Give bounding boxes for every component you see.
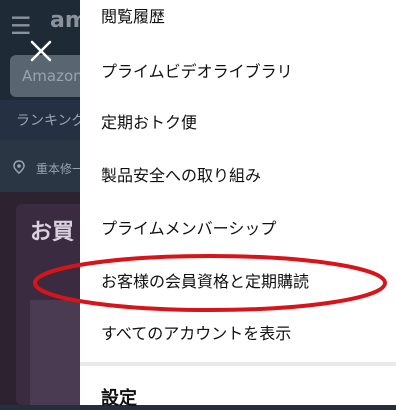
menu-divider bbox=[80, 362, 396, 366]
menu-item-prime-membership[interactable]: プライムメンバーシップ bbox=[101, 215, 276, 239]
close-icon[interactable] bbox=[28, 38, 54, 64]
menu-item-memberships-subscriptions[interactable]: お客様の会員資格と定期購読 bbox=[101, 268, 309, 292]
menu-item-product-safety[interactable]: 製品安全への取り組み bbox=[101, 162, 261, 186]
background-nav-text: ランキング bbox=[16, 113, 86, 129]
location-pin-icon bbox=[13, 160, 25, 174]
settings-section-title: 設定 bbox=[101, 388, 137, 409]
menu-item-prime-video-library[interactable]: プライムビデオライブラリ bbox=[101, 58, 293, 82]
background-location-text: 重本修一 bbox=[36, 162, 85, 176]
background-card-title: お買 bbox=[30, 220, 75, 245]
hamburger-icon: ☰ bbox=[10, 12, 32, 40]
menu-item-view-all-accounts[interactable]: すべてのアカウントを表示 bbox=[101, 320, 291, 344]
menu-item-browsing-history[interactable]: 閲覧履歴 bbox=[101, 3, 165, 27]
menu-item-subscribe-save[interactable]: 定期おトク便 bbox=[101, 109, 197, 133]
